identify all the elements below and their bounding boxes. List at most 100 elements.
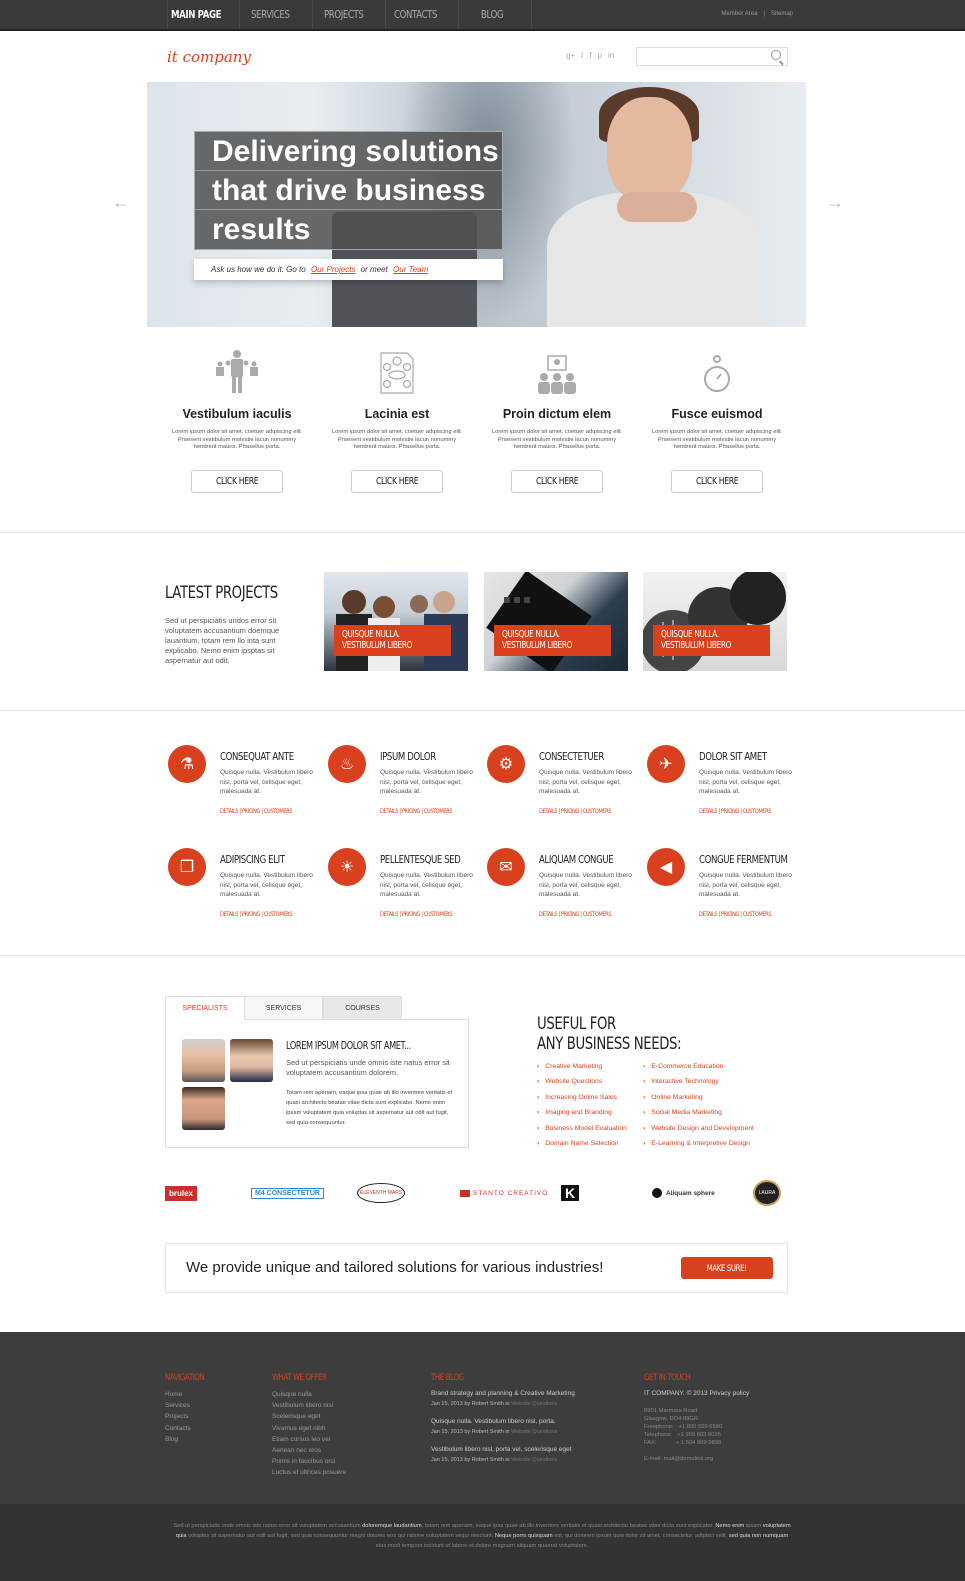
details-link[interactable]: DETAILS (539, 910, 557, 918)
footer-offer-link[interactable]: Luctus et ultrices posuere (272, 1467, 346, 1478)
tab-services[interactable]: SERVICES (244, 996, 323, 1020)
specialist-photo[interactable] (230, 1039, 273, 1082)
partner-logo-laura[interactable]: LAURA (753, 1180, 781, 1206)
details-link[interactable]: DETAILS (699, 807, 717, 815)
click-here-button[interactable]: CLICK HERE (191, 469, 283, 493)
customers-link[interactable]: CUSTOMERS (424, 910, 453, 918)
pricing-link[interactable]: PRICING (721, 807, 740, 815)
details-link[interactable]: DETAILS (380, 807, 398, 815)
logo[interactable]: it company (167, 48, 251, 66)
specialist-photo[interactable] (182, 1087, 225, 1130)
click-here-button[interactable]: CLICK HERE (351, 469, 443, 493)
customers-link[interactable]: CUSTOMERS (264, 910, 293, 918)
sitemap-link[interactable]: Sitemap (771, 11, 793, 17)
search-input[interactable] (636, 47, 788, 66)
customers-link[interactable]: CUSTOMERS (583, 910, 612, 918)
our-projects-link[interactable]: Our Projects (311, 265, 355, 274)
google-plus-icon[interactable]: g+ (566, 51, 575, 60)
pricing-link[interactable]: PRICING (561, 910, 580, 918)
make-sure-button[interactable]: MAKE SURE! (681, 1257, 773, 1279)
nav-projects[interactable]: PROJECTS (313, 0, 386, 29)
nav-blog[interactable]: BLOG (459, 0, 532, 29)
partner-logo-eleventh-mars[interactable]: ELEVENTH MARS (357, 1180, 406, 1206)
partner-logo-aliquam-sphere[interactable]: Aliquam sphere (652, 1180, 715, 1206)
customers-link[interactable]: CUSTOMERS (743, 910, 772, 918)
blog-post-title[interactable]: Brand strategy and planning & Creative M… (431, 1389, 575, 1399)
footer-offer-link[interactable]: Aenean nec eros (272, 1445, 346, 1456)
customers-link[interactable]: CUSTOMERS (583, 807, 612, 815)
search-icon[interactable] (771, 50, 781, 60)
details-link[interactable]: DETAILS (380, 910, 398, 918)
details-link[interactable]: DETAILS (539, 807, 557, 815)
specialist-photo[interactable] (182, 1039, 225, 1082)
useful-link[interactable]: Website Design and Development (643, 1125, 754, 1140)
partner-logo-stanto[interactable]: STANTO CREATIVO (460, 1180, 548, 1206)
footer-nav-link[interactable]: Projects (165, 1411, 216, 1422)
facebook-icon[interactable]: f (589, 51, 591, 60)
footer-offer-link[interactable]: Primis in faucibus orci (272, 1456, 346, 1467)
author-link[interactable]: Robert Smith (472, 1401, 504, 1407)
pricing-link[interactable]: PRICING (242, 910, 261, 918)
category-link[interactable]: Website Questions (511, 1457, 557, 1463)
useful-link[interactable]: Online Marketing (643, 1094, 754, 1109)
details-link[interactable]: DETAILS (220, 910, 238, 918)
useful-link[interactable]: Website Questions (537, 1078, 627, 1093)
category-link[interactable]: Website Questions (511, 1429, 557, 1435)
useful-link[interactable]: E-Commerce Education (643, 1063, 754, 1078)
pricing-link[interactable]: PRICING (721, 910, 740, 918)
details-link[interactable]: DETAILS (699, 910, 717, 918)
customers-link[interactable]: CUSTOMERS (424, 807, 453, 815)
details-link[interactable]: DETAILS (220, 807, 238, 815)
address-line: Glasgow, DO4 89GR. (644, 1416, 700, 1422)
blog-post-title[interactable]: Vestibulum libero nisl, porta vel, scele… (431, 1445, 575, 1455)
project-card[interactable]: QUISQUE NULLA. VESTIBULUM LIBERO (643, 572, 787, 671)
email-link[interactable]: E-mail: mail@demolink.org (644, 1455, 749, 1463)
pricing-link[interactable]: PRICING (402, 807, 421, 815)
footer-nav-link[interactable]: Contacts (165, 1423, 216, 1434)
author-link[interactable]: Robert Smith (472, 1429, 504, 1435)
tab-courses[interactable]: COURSES (323, 996, 402, 1020)
nav-contacts[interactable]: CONTACTS (386, 0, 459, 29)
footer-offer-link[interactable]: Vivamus eget nibh (272, 1423, 346, 1434)
nav-services[interactable]: SERVICES (240, 0, 313, 29)
footer-offer-link[interactable]: Quisque nulla (272, 1389, 346, 1400)
category-link[interactable]: Website Questions (511, 1401, 557, 1407)
useful-link[interactable]: Domain Name Selection (537, 1140, 627, 1155)
footer-nav-link[interactable]: Blog (165, 1434, 216, 1445)
partner-logo-m4[interactable]: M4 CONSECTETUR (251, 1180, 324, 1206)
tab-specialists[interactable]: SPECIALISTS (165, 996, 244, 1020)
blog-post-title[interactable]: Quisque nulla. Vestibulum libero nisl, p… (431, 1417, 575, 1427)
twitter-icon[interactable]: t (581, 51, 583, 60)
member-area-link[interactable]: Member Area (721, 11, 757, 17)
partner-logo-k[interactable]: K (561, 1180, 580, 1206)
footer-offer-link[interactable]: Scelerisque eget (272, 1411, 346, 1422)
linkedin-icon[interactable]: in (608, 51, 614, 60)
footer-offer-link[interactable]: Vestibulum libero nisl (272, 1400, 346, 1411)
useful-link[interactable]: Increasing Online Sales (537, 1094, 627, 1109)
pricing-link[interactable]: PRICING (561, 807, 580, 815)
click-here-button[interactable]: CLICK HERE (511, 469, 603, 493)
customers-link[interactable]: CUSTOMERS (264, 807, 293, 815)
click-here-button[interactable]: CLICK HERE (671, 469, 763, 493)
useful-link[interactable]: Interactive Technology (643, 1078, 754, 1093)
project-card[interactable]: QUISQUE NULLA. VESTIBULUM LIBERO (324, 572, 468, 671)
slider-next-arrow-icon[interactable]: → (826, 192, 844, 213)
project-card[interactable]: QUISQUE NULLA. VESTIBULUM LIBERO (484, 572, 628, 671)
footer-nav-link[interactable]: Home (165, 1389, 216, 1400)
nav-main-page[interactable]: MAIN PAGE (167, 0, 240, 29)
useful-link[interactable]: Imaging and Branding (537, 1109, 627, 1124)
customers-link[interactable]: CUSTOMERS (743, 807, 772, 815)
our-team-link[interactable]: Our Team (393, 265, 428, 274)
pricing-link[interactable]: PRICING (242, 807, 261, 815)
useful-link[interactable]: E-Learning & Interpretive Design (643, 1140, 754, 1155)
partner-logo-brulex[interactable]: brulex (165, 1180, 198, 1206)
useful-link[interactable]: Creative Marketing (537, 1063, 627, 1078)
author-link[interactable]: Robert Smith (472, 1457, 504, 1463)
useful-link[interactable]: Business Model Evaluation (537, 1125, 627, 1140)
pricing-link[interactable]: PRICING (402, 910, 421, 918)
useful-link[interactable]: Social Media Marketing (643, 1109, 754, 1124)
footer-offer-link[interactable]: Etiam cursus leo vel (272, 1434, 346, 1445)
slider-prev-arrow-icon[interactable]: ← (112, 192, 130, 213)
footer-nav-link[interactable]: Services (165, 1400, 216, 1411)
pinterest-icon[interactable]: p (598, 51, 602, 60)
